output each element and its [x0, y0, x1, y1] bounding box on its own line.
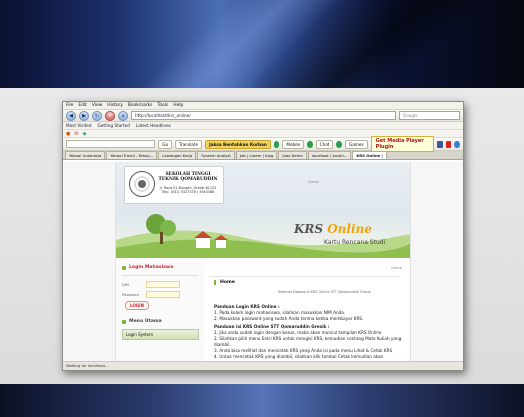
password-label: Password [122, 292, 139, 297]
tab-yahoo[interactable]: Yahoo! Indonesia [65, 151, 106, 159]
tab-localhost[interactable]: localhost / localh... [307, 151, 352, 159]
password-input[interactable] [146, 291, 180, 298]
nim-input[interactable] [146, 281, 180, 288]
mail-icon[interactable]: ✉ [74, 131, 78, 137]
page-header: SEKOLAH TINGGI TEKNIK QOMARUDDIN Jl. Ray… [116, 162, 410, 258]
menu-bookmarks[interactable]: Bookmarks [128, 103, 153, 108]
forward-icon[interactable]: ▶ [79, 110, 89, 121]
slide-header-band [0, 0, 524, 88]
reload-icon[interactable]: ↻ [92, 110, 102, 121]
school-name: SEKOLAH TINGGI TEKNIK QOMARUDDIN [158, 172, 218, 182]
slide-footer-band [0, 384, 524, 417]
krs-page: SEKOLAH TINGGI TEKNIK QOMARUDDIN Jl. Ray… [115, 162, 411, 362]
page-viewport: SEKOLAH TINGGI TEKNIK QOMARUDDIN Jl. Ray… [63, 162, 463, 362]
krs-online-title: KRS Online [294, 222, 372, 236]
home-link[interactable]: Home [391, 266, 402, 270]
back-icon[interactable]: ◀ [66, 110, 76, 121]
login-form: NIM Password LOGIN [122, 275, 198, 310]
bookmark-latest-headlines[interactable]: Latest Headlines [136, 123, 171, 128]
bookmark-most-visited[interactable]: Most Visited [66, 123, 92, 128]
school-seal-icon [129, 171, 155, 197]
games-icon[interactable] [336, 140, 342, 148]
globe-icon[interactable] [454, 140, 460, 148]
bookmark-getting-started[interactable]: Getting Started [98, 123, 130, 128]
menu-login-system[interactable]: Login System [122, 329, 199, 340]
mobile-icon[interactable] [273, 140, 280, 148]
guide-item: 4. Untuk mencetak KRS yang diambil, sila… [214, 354, 384, 359]
tab-jobs-demo[interactable]: Jobs Demo [278, 151, 307, 159]
status-bar: Waiting for localhost... [63, 361, 463, 370]
school-logo-card: SEKOLAH TINGGI TEKNIK QOMARUDDIN Jl. Ray… [124, 166, 224, 204]
guide-text: Panduan Login KRS Online : 1. Pada kolom… [214, 304, 402, 360]
address-bar[interactable]: http://localhost/krs_online/ [131, 111, 396, 120]
nim-label: NIM [122, 282, 129, 287]
menu-file[interactable]: File [66, 103, 73, 108]
chat-icon[interactable] [307, 140, 313, 148]
mobile-button[interactable]: Mobile [282, 139, 305, 149]
krs-subtitle: Kartu Rencana Studi [324, 239, 386, 246]
menu-bar: File Edit View History Bookmarks Tools H… [63, 102, 463, 110]
chat-button[interactable]: Chat [315, 139, 334, 149]
menu-tools[interactable]: Tools [157, 103, 168, 108]
tab-yahoo-mail[interactable]: Yahoo! Email - Yahoo... [106, 151, 158, 159]
school-address: Jl. Raya 01 Bungah, Gresik 61152 Telp. (… [159, 186, 217, 194]
home-section: Home Selamat Datang di KRS Online STT Qo… [210, 276, 400, 301]
tab-lowongan[interactable]: Lowongan Kerja [158, 151, 197, 159]
toolbar-logo-icon[interactable]: ● [66, 131, 70, 137]
page-title: Home [214, 280, 235, 285]
tab-krs-online[interactable]: KRS Online | [352, 151, 387, 159]
search-input[interactable]: Google [399, 111, 460, 120]
menu-view[interactable]: View [92, 103, 102, 108]
facebook-icon[interactable] [437, 140, 443, 148]
media-plugin-button[interactable]: Get Media Player Plugin [370, 136, 435, 152]
bullet-icon [122, 265, 126, 270]
sidebar: Login Mahasiswa NIM Password LOGIN Menu [116, 262, 204, 362]
menu-help[interactable]: Help [173, 103, 183, 108]
go-button[interactable]: Go [158, 139, 173, 149]
header-location: Gresik [308, 180, 320, 184]
tab-system-analyst[interactable]: System Analyst [197, 151, 235, 159]
login-heading: Login Mahasiswa [116, 262, 204, 273]
translate-button[interactable]: Translate [175, 139, 203, 149]
youtube-icon[interactable] [445, 140, 452, 148]
welcome-text: Selamat Datang di KRS Online STT Qomarud… [278, 290, 371, 294]
menu-heading: Menu Utama [116, 316, 204, 327]
search-toolbar: Go Translate Jaksa Bentahkan Korban Mobi… [63, 136, 463, 152]
menu-history[interactable]: History [107, 103, 123, 108]
menu-edit[interactable]: Edit [78, 103, 87, 108]
tab-bar: Yahoo! Indonesia Yahoo! Email - Yahoo...… [63, 151, 463, 160]
step-item: 2. Masukkan password yang sudah Anda ter… [214, 316, 364, 321]
games-button[interactable]: Games [345, 139, 368, 149]
navigation-bar: ◀ ▶ ↻ ✕ ⌂ http://localhost/krs_online/ G… [63, 110, 463, 122]
guide-item: 2. Silahkan pilih menu Entri KRS untuk m… [214, 336, 402, 347]
addon-icon[interactable]: ◆ [83, 131, 87, 137]
bookmarks-toolbar: Most Visited Getting Started Latest Head… [63, 122, 463, 130]
tab-job-career[interactable]: Job | career | blog [235, 151, 278, 159]
toolbar-search-box[interactable] [66, 140, 156, 148]
browser-screenshot: File Edit View History Bookmarks Tools H… [62, 101, 464, 371]
login-button[interactable]: LOGIN [125, 301, 149, 310]
bullet-icon [122, 319, 126, 324]
main-content: Home Home Selamat Datang di KRS Online S… [210, 262, 406, 362]
news-ticker[interactable]: Jaksa Bentahkan Korban [205, 139, 271, 149]
home-icon[interactable]: ⌂ [118, 110, 128, 121]
stop-icon[interactable]: ✕ [105, 110, 115, 121]
